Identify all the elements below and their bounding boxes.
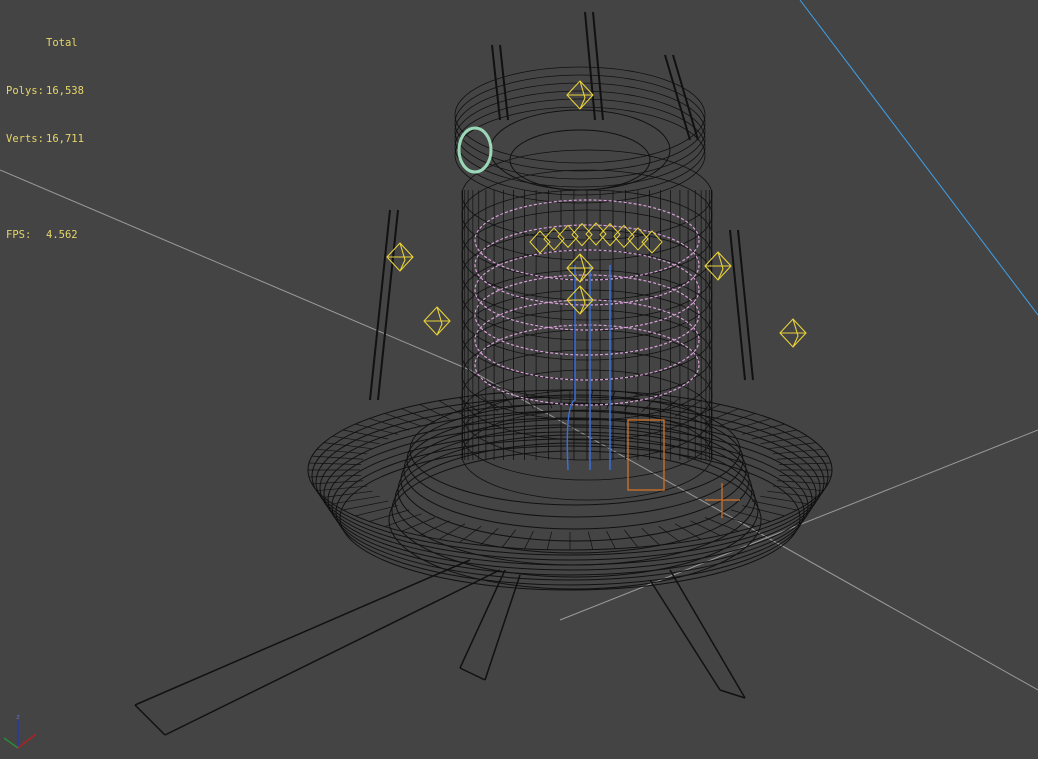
base-segment: [779, 462, 832, 465]
top-ring: [454, 106, 706, 204]
3d-viewport-wireframe[interactable]: [0, 0, 1038, 759]
light-helper-icon: [386, 242, 414, 272]
light-helper-icon: [599, 222, 621, 247]
wireframe-model: [134, 11, 833, 736]
base-segment: [308, 462, 361, 465]
base-segment: [384, 513, 422, 527]
base-segment: [343, 500, 389, 511]
base-segment: [401, 408, 436, 423]
fps-label: FPS:: [6, 229, 32, 241]
spike: [729, 229, 746, 381]
top-ring: [454, 90, 706, 188]
light-helper-icon: [585, 222, 607, 246]
x-axis-icon: [17, 733, 37, 749]
leg-edge: [134, 704, 166, 736]
spike: [737, 229, 754, 381]
light-helper-icon: [704, 251, 732, 281]
base-segment: [704, 408, 739, 423]
inner-base-ring: [391, 442, 759, 578]
light-helper-icon: [779, 318, 807, 348]
base-segment: [546, 390, 553, 409]
base-segment: [323, 490, 373, 498]
polys-label: Polys:: [6, 85, 44, 97]
light-helpers: [386, 80, 807, 348]
leg-edge: [669, 569, 746, 699]
base-segment: [658, 525, 681, 543]
grid-line-blue: [799, 0, 1038, 316]
light-helper-icon: [571, 222, 593, 247]
top-ring: [509, 129, 651, 191]
base-segment: [741, 505, 785, 517]
fps-value: 4.562: [46, 229, 78, 241]
leg-edge: [484, 574, 521, 681]
verts-value: 16,711: [46, 133, 84, 145]
base-segment: [524, 530, 534, 549]
top-ring: [454, 74, 706, 172]
axis-gizmo: z: [3, 713, 37, 749]
light-helper-icon: [566, 253, 594, 283]
stats-header: Total: [46, 37, 78, 49]
leg-edge: [134, 559, 471, 706]
leg-edge: [164, 569, 501, 736]
base-segment: [767, 490, 817, 498]
base-segment: [704, 517, 739, 532]
y-axis-icon: [3, 737, 19, 749]
light-helper-icon: [566, 80, 594, 110]
spike: [491, 44, 501, 121]
polys-value: 16,538: [46, 85, 84, 97]
z-axis-label: z: [16, 713, 20, 721]
orange-helper: [705, 483, 740, 518]
base-ring: [311, 396, 829, 556]
base-segment: [641, 528, 660, 546]
light-helper-icon: [423, 306, 451, 336]
leg-edge: [459, 667, 486, 681]
top-ring: [454, 82, 706, 180]
base-segment: [480, 528, 499, 546]
base-segment: [501, 529, 516, 548]
verts-label: Verts:: [6, 133, 44, 145]
viewport-statistics: Total Polys: 16,538 Verts: 16,711 FPS: 4.56…: [6, 3, 84, 259]
base-segment: [606, 391, 616, 410]
